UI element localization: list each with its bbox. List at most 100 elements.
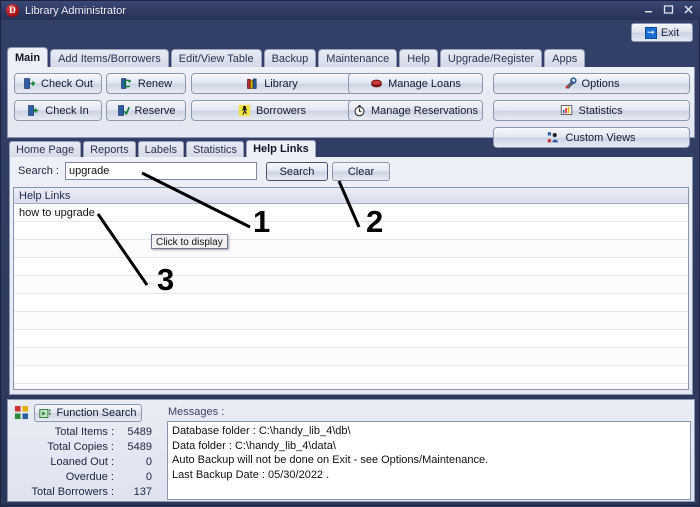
stat-overdue: Overdue : 0 [10,469,160,484]
main-tab-strip: Main Add Items/Borrowers Edit/View Table… [7,47,695,67]
table-row[interactable] [14,294,688,312]
function-search-label: Function Search [56,407,137,419]
options-button[interactable]: Options [493,73,690,94]
application-window: D Library Administrator ➞ Exit Main Add … [0,0,700,506]
borrowers-label: Borrowers [255,104,307,117]
table-row[interactable]: how to upgrade [14,204,688,222]
stat-label: Total Borrowers : [31,485,114,498]
tab-label: Edit/View Table [178,52,254,65]
table-row[interactable] [14,258,688,276]
search-label: Search : [18,165,59,177]
window-controls [642,3,695,16]
stat-value: 5489 [127,425,152,438]
table-row[interactable] [14,222,688,240]
table-row[interactable] [14,312,688,330]
clear-button[interactable]: Clear [332,162,390,181]
function-search-button[interactable]: Function Search [34,404,142,422]
stat-label: Loaned Out : [50,455,114,468]
statistics-label: Statistics [578,104,623,117]
stat-total-items: Total Items : 5489 [10,424,160,439]
gear-tools-icon [565,77,577,89]
stat-value: 0 [145,470,152,483]
annotation-number-2: 2 [366,204,384,239]
search-button-label: Search [279,165,315,178]
stat-total-copies: Total Copies : 5489 [10,439,160,454]
stat-value: 0 [145,455,152,468]
tab-label: Help [407,52,430,65]
tab-label: Add Items/Borrowers [58,52,161,65]
person-walking-icon [238,104,251,117]
tab-edit-view-table[interactable]: Edit/View Table [170,49,262,67]
tab-label: Main [15,51,41,64]
exit-arrow-icon: ➞ [644,26,657,39]
renew-label: Renew [137,77,173,90]
subtab-label: Help Links [253,143,309,155]
message-line: Auto Backup will not be done on Exit - s… [172,454,489,466]
table-row[interactable] [14,240,688,258]
maximize-icon[interactable] [662,3,675,16]
loans-icon [371,79,382,88]
sub-tab-strip: Home Page Reports Labels Statistics Help… [9,140,693,157]
subtab-labels[interactable]: Labels [137,141,185,157]
manage-reservations-label: Manage Reservations [370,104,478,117]
status-panel: Function Search Messages : Total Items :… [7,399,695,502]
app-logo-icon: D [6,4,19,17]
table-row[interactable] [14,276,688,294]
annotation-number-3: 3 [157,262,175,297]
manage-loans-button[interactable]: Manage Loans [348,73,483,94]
tab-backup[interactable]: Backup [263,49,317,67]
subtab-help-links[interactable]: Help Links [246,140,316,157]
help-links-grid[interactable]: Help Links how to upgrade [13,187,689,390]
clock-icon [354,105,365,117]
renew-icon [121,78,132,89]
check-in-button[interactable]: Check In [14,100,102,121]
table-row[interactable] [14,384,688,389]
table-row[interactable] [14,366,688,384]
subtab-label: Home Page [16,143,75,156]
subtab-label: Labels [144,143,178,156]
close-icon[interactable] [682,3,695,16]
tab-help[interactable]: Help [399,49,438,67]
tab-upgrade-register[interactable]: Upgrade/Register [439,49,543,67]
messages-box[interactable]: Database folder : C:\handy_lib_4\db\ Dat… [167,421,691,500]
search-button[interactable]: Search [266,162,328,181]
help-links-panel: Search : Search Clear Help Links how to … [9,157,693,395]
tab-add-items-borrowers[interactable]: Add Items/Borrowers [50,49,169,67]
reserve-label: Reserve [134,104,176,117]
manage-reservations-button[interactable]: Manage Reservations [348,100,483,121]
exit-button-label: Exit [660,26,680,39]
clear-button-label: Clear [347,165,375,178]
tab-label: Upgrade/Register [447,52,535,65]
borrowers-button[interactable]: Borrowers [191,100,353,121]
search-row: Search : Search Clear [10,161,694,183]
library-label: Library [264,77,298,90]
exit-button[interactable]: ➞ Exit [631,23,693,42]
reserve-button[interactable]: Reserve [106,100,186,121]
renew-button[interactable]: Renew [106,73,186,94]
subtab-reports[interactable]: Reports [83,141,136,157]
window-title: Library Administrator [25,4,126,17]
tab-label: Apps [552,52,578,65]
statistics-summary: Total Items : 5489 Total Copies : 5489 L… [10,424,160,500]
exit-row: ➞ Exit [1,20,700,47]
stat-value: 137 [133,485,152,498]
stat-label: Total Copies : [47,440,114,453]
statistics-button[interactable]: Statistics [493,100,690,121]
check-in-label: Check In [45,104,89,117]
library-button[interactable]: Library [191,73,353,94]
books-icon [247,78,257,89]
tab-maintenance[interactable]: Maintenance [318,49,398,67]
title-bar: D Library Administrator [1,1,700,20]
table-row[interactable] [14,330,688,348]
subtab-home-page[interactable]: Home Page [9,141,82,157]
tab-label: Maintenance [326,52,390,65]
check-out-button[interactable]: Check Out [14,73,102,94]
grid-squares-icon [14,405,29,420]
table-row[interactable] [14,348,688,366]
search-input[interactable] [65,162,257,180]
minimize-icon[interactable] [642,3,655,16]
subtab-statistics[interactable]: Statistics [186,141,245,157]
manage-loans-label: Manage Loans [388,77,461,90]
tab-apps[interactable]: Apps [544,49,586,67]
tab-main[interactable]: Main [7,47,49,67]
